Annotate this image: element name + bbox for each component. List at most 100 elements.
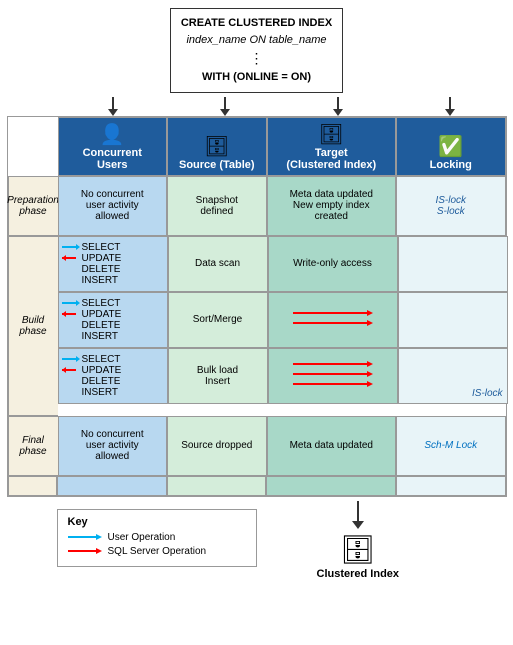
arrow-down-2: [220, 97, 230, 116]
locking-icon: ✅: [438, 134, 463, 159]
build-concurrent-1: SELECT UPDATE DELETE INSERT: [58, 236, 168, 292]
final-locking-text: Sch-M Lock: [424, 440, 477, 451]
update-op-1: UPDATE: [62, 253, 122, 264]
sql-box: CREATE CLUSTERED INDEX index_name ON tab…: [170, 8, 343, 93]
update-label-3: UPDATE: [82, 365, 122, 376]
locking-label: Locking: [430, 159, 472, 171]
arrow-down-3: [333, 97, 343, 116]
update-label-2: UPDATE: [82, 309, 122, 320]
key-item-cyan: User Operation: [68, 532, 246, 543]
build-subrow-1: SELECT UPDATE DELETE INSERT Data scan Wr: [58, 236, 508, 292]
final-phase-label: Finalphase: [8, 416, 58, 476]
build-subrow-2: SELECT UPDATE DELETE INSERT Sort/Merge: [58, 292, 508, 348]
diagram-wrapper: 👤 ConcurrentUsers 🗄 Source (Table) 🗄 Tar…: [7, 116, 507, 497]
key-cyan-arrow: [68, 532, 102, 542]
final-concurrent-text: No concurrentuser activityallowed: [81, 429, 144, 462]
prep-locking-cell: IS-lockS-lock: [396, 176, 506, 236]
update-label-1: UPDATE: [82, 253, 122, 264]
bottom-section: Key User Operation SQL Server Operation: [7, 501, 507, 580]
sql-line3: WITH (ONLINE = ON): [181, 69, 332, 86]
prep-phase-text: Preparationphase: [7, 195, 59, 217]
final-phase-row: Finalphase No concurrentuser activityall…: [8, 416, 506, 476]
sql-line2: index_name ON table_name: [181, 32, 332, 49]
target-label: Target(Clustered Index): [286, 147, 376, 171]
cyan-arrow-1: [62, 242, 80, 252]
target-icon: 🗄: [319, 122, 344, 147]
key-section: Key User Operation SQL Server Operation: [57, 509, 257, 567]
select-op-2: SELECT: [62, 298, 121, 309]
build-locking-text: IS-lock: [472, 388, 503, 399]
bottom-arrow-tip: [352, 521, 364, 529]
prep-source-text: Snapshotdefined: [196, 195, 238, 217]
cyan-arrow-3: [62, 354, 80, 364]
build-source-text-2: Sort/Merge: [193, 314, 242, 325]
source-icon: 🗄: [204, 134, 229, 159]
red-arrow-up-2: [62, 309, 80, 319]
key-item-red: SQL Server Operation: [68, 546, 246, 557]
build-phase-row: Buildphase SELECT UPDATE: [8, 236, 506, 416]
insert-label-2: INSERT: [82, 331, 119, 342]
prep-locking-text: IS-lockS-lock: [435, 195, 466, 217]
build-source-2: Sort/Merge: [168, 292, 268, 348]
sql-dots: ⋮: [181, 48, 332, 69]
build-locking-1: [398, 236, 508, 292]
concurrent-icon: 👤: [100, 122, 125, 147]
build-target-2: [268, 292, 398, 348]
key-cyan-label: User Operation: [108, 532, 176, 543]
build-target-3: [268, 348, 398, 404]
prep-source-cell: Snapshotdefined: [167, 176, 267, 236]
build-inner: SELECT UPDATE DELETE INSERT Data scan Wr: [58, 236, 508, 416]
update-op-2: UPDATE: [62, 309, 122, 320]
final-source-cell: Source dropped: [167, 416, 267, 476]
sql-line1: CREATE CLUSTERED INDEX: [181, 15, 332, 32]
bottom-row: [8, 476, 506, 496]
col-header-locking: ✅ Locking: [396, 117, 506, 176]
prep-concurrent-text: No concurrentuser activityallowed: [81, 189, 144, 222]
prep-target-text: Meta data updatedNew empty indexcreated: [290, 189, 373, 222]
build-source-1: Data scan: [168, 236, 268, 292]
col-header-source: 🗄 Source (Table): [167, 117, 267, 176]
final-concurrent-cell: No concurrentuser activityallowed: [58, 416, 168, 476]
bottom-arrow-stem: [357, 501, 359, 521]
top-arrows: [57, 97, 507, 116]
prep-phase-label: Preparationphase: [8, 176, 58, 236]
col-header-concurrent: 👤 ConcurrentUsers: [58, 117, 168, 176]
clustered-index-icon: 🗄: [340, 533, 376, 566]
concurrent-label: ConcurrentUsers: [83, 147, 142, 171]
delete-label-2: DELETE: [82, 320, 121, 331]
select-label-1: SELECT: [82, 242, 121, 253]
col-header-target: 🗄 Target(Clustered Index): [267, 117, 396, 176]
arrow-down-1: [108, 97, 118, 116]
build-target-1: Write-only access: [268, 236, 398, 292]
preparation-phase-row: Preparationphase No concurrentuser activ…: [8, 176, 506, 236]
select-label-3: SELECT: [82, 354, 121, 365]
source-label: Source (Table): [179, 159, 255, 171]
select-op-1: SELECT: [62, 242, 121, 253]
target-arrows-3: [293, 356, 373, 396]
final-phase-text: Finalphase: [19, 435, 46, 457]
insert-label-3: INSERT: [82, 387, 119, 398]
final-target-text: Meta data updated: [290, 440, 373, 451]
select-label-2: SELECT: [82, 298, 121, 309]
bottom-arrow-section: 🗄 Clustered Index: [317, 501, 400, 580]
select-op-3: SELECT: [62, 354, 121, 365]
header-row: 👤 ConcurrentUsers 🗄 Source (Table) 🗄 Tar…: [8, 117, 506, 176]
build-concurrent-2: SELECT UPDATE DELETE INSERT: [58, 292, 168, 348]
build-locking-2: [398, 292, 508, 348]
build-phase-label: Buildphase: [8, 236, 58, 416]
delete-label-1: DELETE: [82, 264, 121, 275]
build-target-text-1: Write-only access: [293, 258, 372, 269]
target-arrows-2: [293, 305, 373, 335]
prep-target-cell: Meta data updatedNew empty indexcreated: [267, 176, 396, 236]
build-locking-3: IS-lock: [398, 348, 508, 404]
build-source-text-1: Data scan: [195, 258, 240, 269]
final-source-text: Source dropped: [181, 440, 252, 451]
delete-label-3: DELETE: [82, 376, 121, 387]
build-source-text-3: Bulk loadInsert: [197, 365, 238, 387]
final-locking-cell: Sch-M Lock: [396, 416, 506, 476]
build-source-3: Bulk loadInsert: [168, 348, 268, 404]
key-red-arrow: [68, 546, 102, 556]
arrow-down-4: [445, 97, 455, 116]
build-subrow-3: SELECT UPDATE DELETE INSERT Bulk loadIns…: [58, 348, 508, 404]
build-phase-text: Buildphase: [19, 315, 46, 337]
